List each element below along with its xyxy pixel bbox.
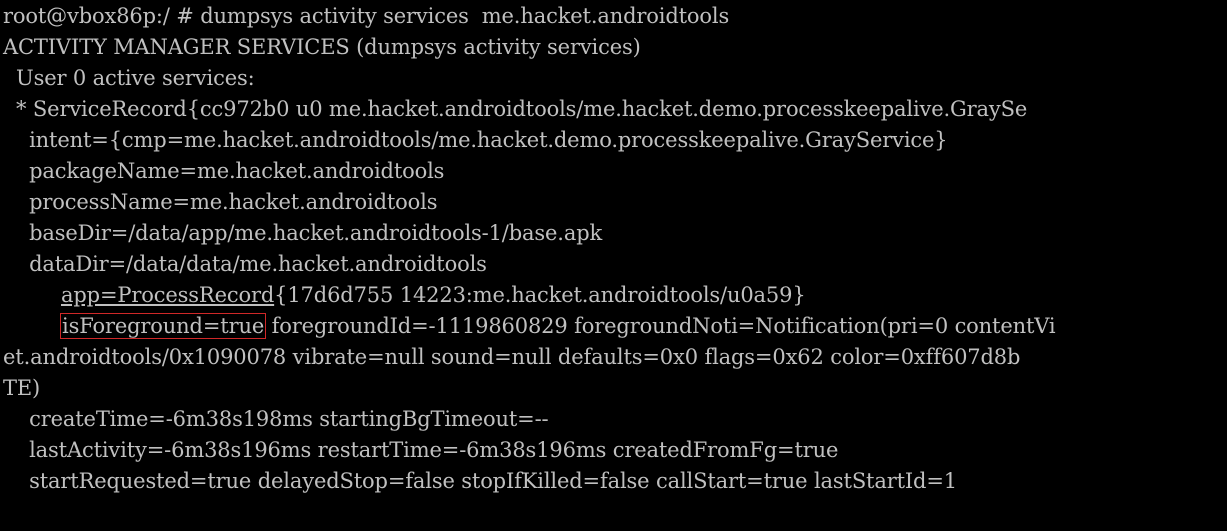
terminal-line-header: ACTIVITY MANAGER SERVICES (dumpsys activ… bbox=[3, 35, 641, 59]
terminal-line-intent: intent={cmp=me.hacket.androidtools/me.ha… bbox=[3, 128, 948, 152]
terminal-line-data-dir: dataDir=/data/data/me.hacket.androidtool… bbox=[3, 252, 487, 276]
terminal-line-is-foreground: isForeground=true foregroundId=-11198608… bbox=[0, 311, 1227, 342]
app-process-record-value: {17d6d755 14223:me.hacket.androidtools/u… bbox=[274, 283, 806, 307]
terminal-window[interactable]: root@vbox86p:/ # dumpsys activity servic… bbox=[0, 0, 1227, 531]
terminal-line-service-record: * ServiceRecord{cc972b0 u0 me.hacket.and… bbox=[3, 97, 1028, 121]
terminal-line-start-requested: startRequested=true delayedStop=false st… bbox=[3, 469, 957, 493]
app-process-record-label: app=ProcessRecord bbox=[61, 283, 275, 307]
is-foreground-highlight: isForeground=true bbox=[59, 313, 267, 339]
terminal-line-notification-cont: et.androidtools/0x1090078 vibrate=null s… bbox=[3, 345, 1021, 369]
terminal-line-user: User 0 active services: bbox=[3, 66, 255, 90]
terminal-line-notification-end: TE) bbox=[3, 376, 41, 400]
terminal-line-command: root@vbox86p:/ # dumpsys activity servic… bbox=[3, 4, 730, 28]
terminal-line-last-activity: lastActivity=-6m38s196ms restartTime=-6m… bbox=[3, 438, 839, 462]
terminal-line-app: app=ProcessRecord{17d6d755 14223:me.hack… bbox=[0, 280, 1227, 311]
terminal-line-create-time: createTime=-6m38s198ms startingBgTimeout… bbox=[3, 407, 549, 431]
terminal-line-process-name: processName=me.hacket.androidtools bbox=[3, 190, 438, 214]
terminal-line-base-dir: baseDir=/data/app/me.hacket.androidtools… bbox=[3, 221, 603, 245]
foreground-details: foregroundId=-1119860829 foregroundNoti=… bbox=[265, 314, 1056, 338]
terminal-line-package-name: packageName=me.hacket.androidtools bbox=[3, 159, 445, 183]
